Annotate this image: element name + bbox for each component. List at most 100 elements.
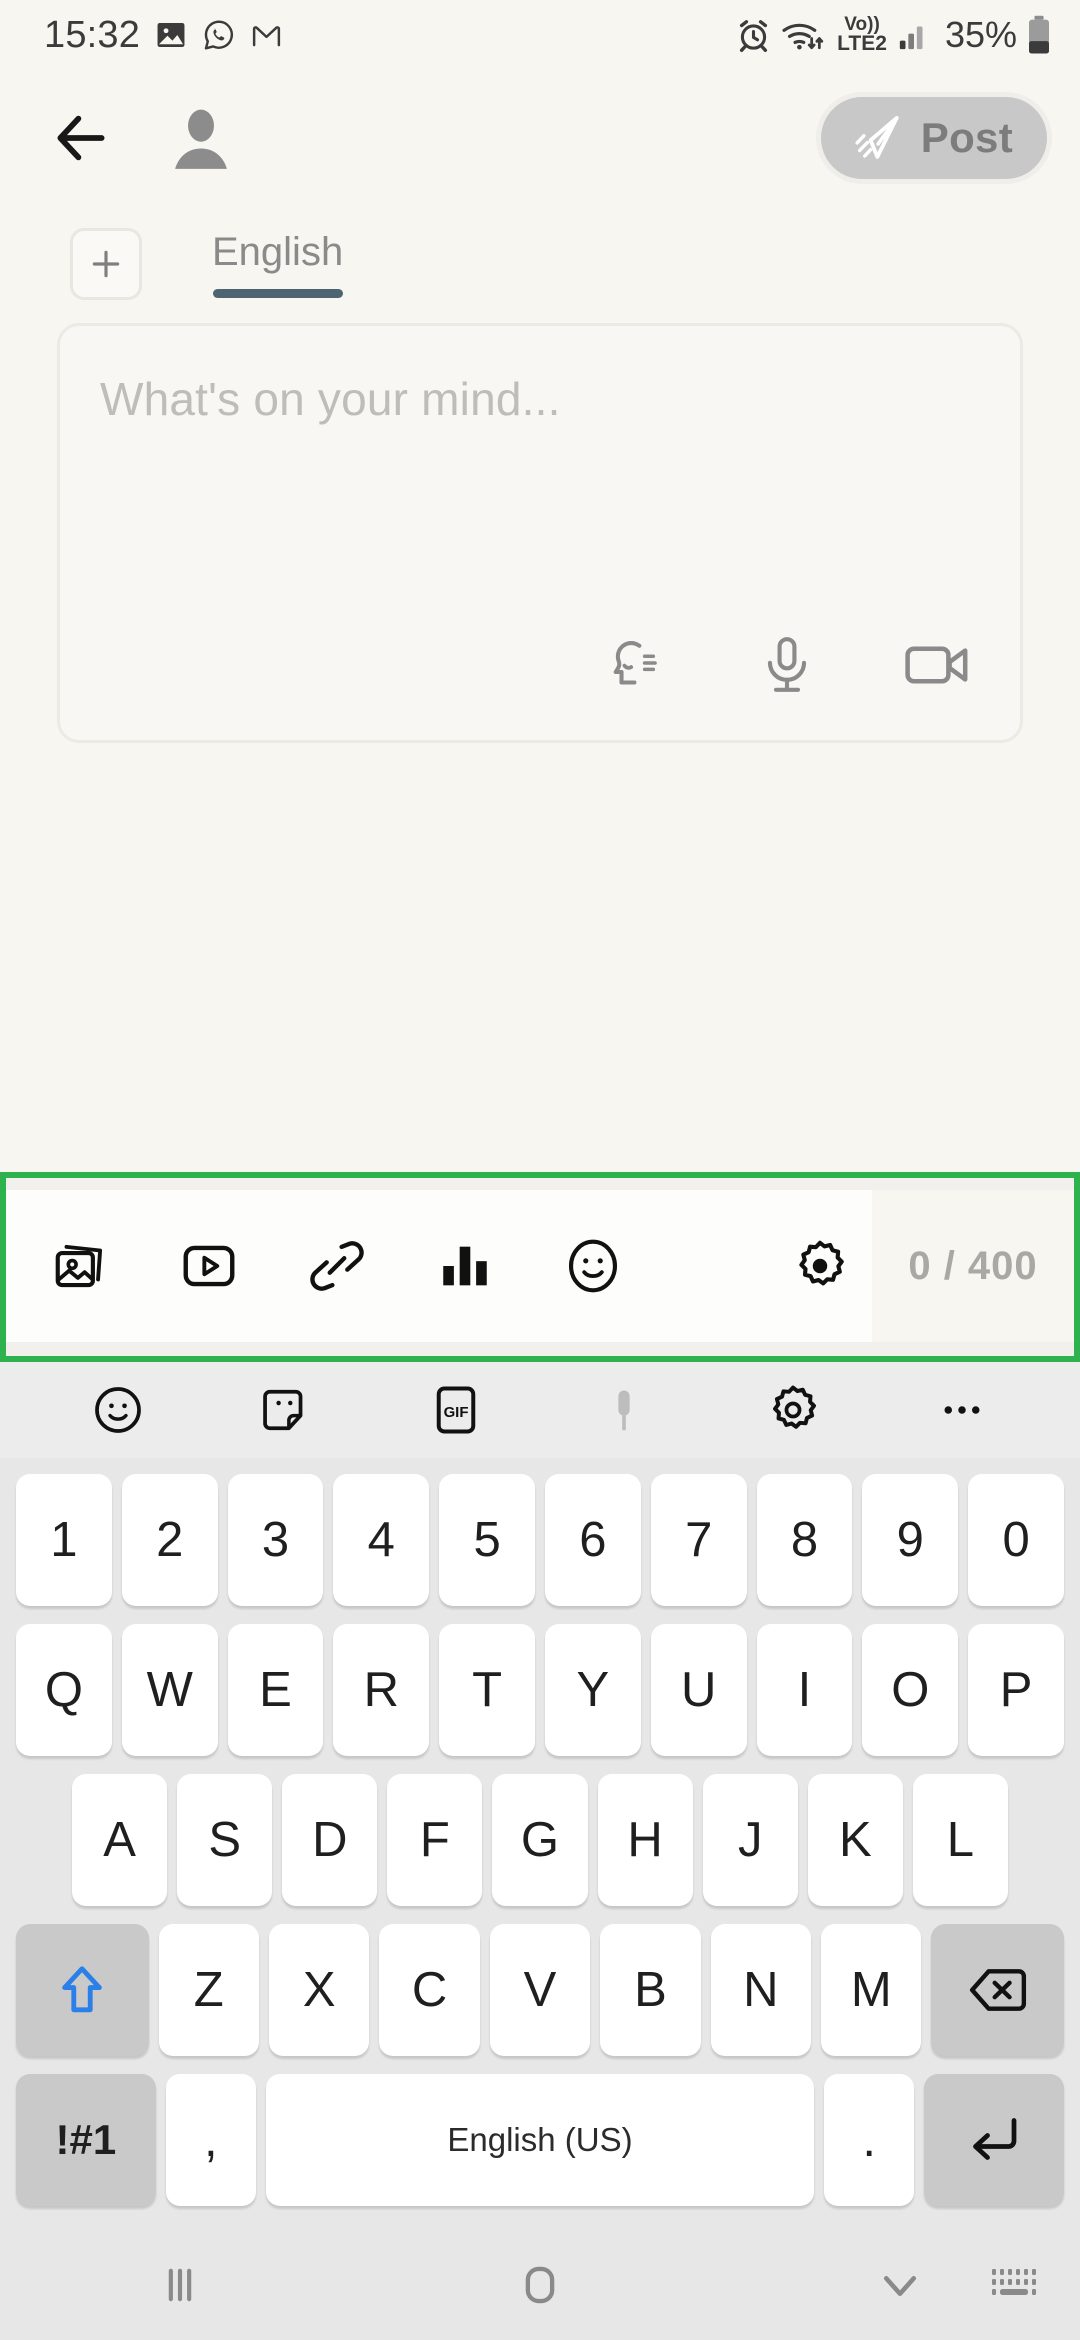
space-key[interactable]: English (US) <box>265 2074 815 2206</box>
key-m[interactable]: M <box>821 1924 922 2056</box>
enter-key[interactable] <box>924 2074 1064 2206</box>
back-arrow-icon <box>50 107 112 169</box>
key-e[interactable]: E <box>227 1624 324 1756</box>
language-tabs-row: English <box>0 205 1080 323</box>
key-z[interactable]: Z <box>158 1924 259 2056</box>
key-i[interactable]: I <box>756 1624 853 1756</box>
poll-chart-icon[interactable] <box>422 1223 508 1309</box>
period-key[interactable]: . <box>824 2074 915 2206</box>
key-1[interactable]: 1 <box>16 1474 112 1606</box>
keyboard-switch-button[interactable] <box>990 2265 1042 2305</box>
screen-root: 15:32 Vo)) LTE2 35% Post English What's … <box>0 0 1080 2340</box>
microphone-icon[interactable] <box>750 628 824 702</box>
emoji-smiley-icon[interactable] <box>550 1223 636 1309</box>
avatar-icon <box>164 101 238 175</box>
keyboard-settings-icon[interactable] <box>751 1368 835 1452</box>
chevron-down-icon <box>875 2260 925 2310</box>
attachment-toolbar-highlight: 0 / 400 <box>0 1172 1080 1362</box>
volte-indicator: Vo)) LTE2 <box>837 15 887 56</box>
composer-tools <box>600 628 974 702</box>
keyboard-row-numbers: 1 2 3 4 5 6 7 8 9 0 <box>10 1474 1070 1606</box>
key-k[interactable]: K <box>807 1774 903 1906</box>
home-icon <box>514 2259 566 2311</box>
key-s[interactable]: S <box>177 1774 273 1906</box>
tab-english[interactable]: English <box>204 205 351 323</box>
backspace-key[interactable] <box>931 1924 1065 2056</box>
video-camera-icon[interactable] <box>900 628 974 702</box>
avatar[interactable] <box>164 101 238 175</box>
enter-return-icon <box>964 2110 1024 2170</box>
battery-percent: 35% <box>944 14 1017 55</box>
key-c[interactable]: C <box>379 1924 480 2056</box>
comma-key[interactable]: , <box>165 2074 256 2206</box>
key-q[interactable]: Q <box>16 1624 112 1756</box>
tab-english-label: English <box>212 230 344 274</box>
gallery-icon <box>154 18 188 52</box>
status-time: 15:32 <box>44 13 141 56</box>
recents-button[interactable] <box>0 2230 360 2340</box>
key-n[interactable]: N <box>710 1924 812 2056</box>
link-icon[interactable] <box>294 1223 380 1309</box>
key-u[interactable]: U <box>650 1624 747 1756</box>
key-w[interactable]: W <box>121 1624 218 1756</box>
post-button[interactable]: Post <box>815 91 1052 184</box>
sticker-icon[interactable] <box>245 1368 329 1452</box>
status-bar-right: Vo)) LTE2 35% <box>735 14 1052 56</box>
attachment-icons <box>6 1190 768 1342</box>
attachment-settings-button[interactable] <box>768 1190 872 1342</box>
key-y[interactable]: Y <box>545 1624 641 1756</box>
backspace-icon <box>965 1957 1031 2023</box>
key-6[interactable]: 6 <box>545 1474 641 1606</box>
key-d[interactable]: D <box>282 1774 378 1906</box>
key-t[interactable]: T <box>439 1624 535 1756</box>
add-language-button[interactable] <box>70 228 142 300</box>
plus-icon <box>86 244 126 284</box>
alarm-icon <box>735 17 772 54</box>
signal-bars-icon <box>897 18 931 52</box>
gear-icon <box>791 1237 849 1295</box>
image-gallery-icon[interactable] <box>38 1223 124 1309</box>
more-options-icon[interactable] <box>920 1368 1004 1452</box>
key-0[interactable]: 0 <box>968 1474 1064 1606</box>
microphone-icon[interactable] <box>582 1368 666 1452</box>
text-to-speech-icon[interactable] <box>600 628 674 702</box>
key-l[interactable]: L <box>912 1774 1008 1906</box>
battery-icon <box>1026 15 1052 55</box>
status-bar-left: 15:32 <box>44 14 283 57</box>
back-button[interactable] <box>38 95 124 181</box>
key-7[interactable]: 7 <box>650 1474 747 1606</box>
key-9[interactable]: 9 <box>862 1474 959 1606</box>
keyboard-row-bottom-letters: Z X C V B N M <box>10 1924 1070 2056</box>
volte-bottom-label: LTE2 <box>837 32 887 56</box>
key-v[interactable]: V <box>489 1924 591 2056</box>
key-x[interactable]: X <box>268 1924 370 2056</box>
whatsapp-icon <box>202 18 236 52</box>
key-o[interactable]: O <box>862 1624 959 1756</box>
virtual-keyboard: G I F 1 2 3 4 5 6 7 8 9 0 Q W E R T Y U I … <box>0 1362 1080 2230</box>
key-p[interactable]: P <box>968 1624 1064 1756</box>
key-j[interactable]: J <box>702 1774 798 1906</box>
composer-box[interactable]: What's on your mind... <box>57 323 1023 743</box>
key-h[interactable]: H <box>597 1774 693 1906</box>
key-b[interactable]: B <box>600 1924 701 2056</box>
key-g[interactable]: G <box>492 1774 588 1906</box>
home-button[interactable] <box>360 2230 720 2340</box>
emoji-icon[interactable] <box>76 1368 160 1452</box>
key-5[interactable]: 5 <box>439 1474 535 1606</box>
gmail-icon <box>250 19 283 52</box>
paper-plane-icon <box>849 111 903 165</box>
keyboard-toolbar: GIF <box>0 1362 1080 1458</box>
key-4[interactable]: 4 <box>333 1474 430 1606</box>
gif-icon[interactable]: GIF <box>414 1368 498 1452</box>
key-3[interactable]: 3 <box>227 1474 324 1606</box>
shift-key[interactable] <box>15 1924 149 2056</box>
key-8[interactable]: 8 <box>756 1474 853 1606</box>
key-a[interactable]: A <box>72 1774 168 1906</box>
key-f[interactable]: F <box>387 1774 483 1906</box>
key-r[interactable]: R <box>333 1624 430 1756</box>
key-2[interactable]: 2 <box>121 1474 218 1606</box>
shift-arrow-icon <box>53 1961 111 2019</box>
symbols-key[interactable]: !#1 <box>16 2074 156 2206</box>
status-bar: 15:32 Vo)) LTE2 35% <box>0 0 1080 70</box>
video-play-icon[interactable] <box>166 1223 252 1309</box>
